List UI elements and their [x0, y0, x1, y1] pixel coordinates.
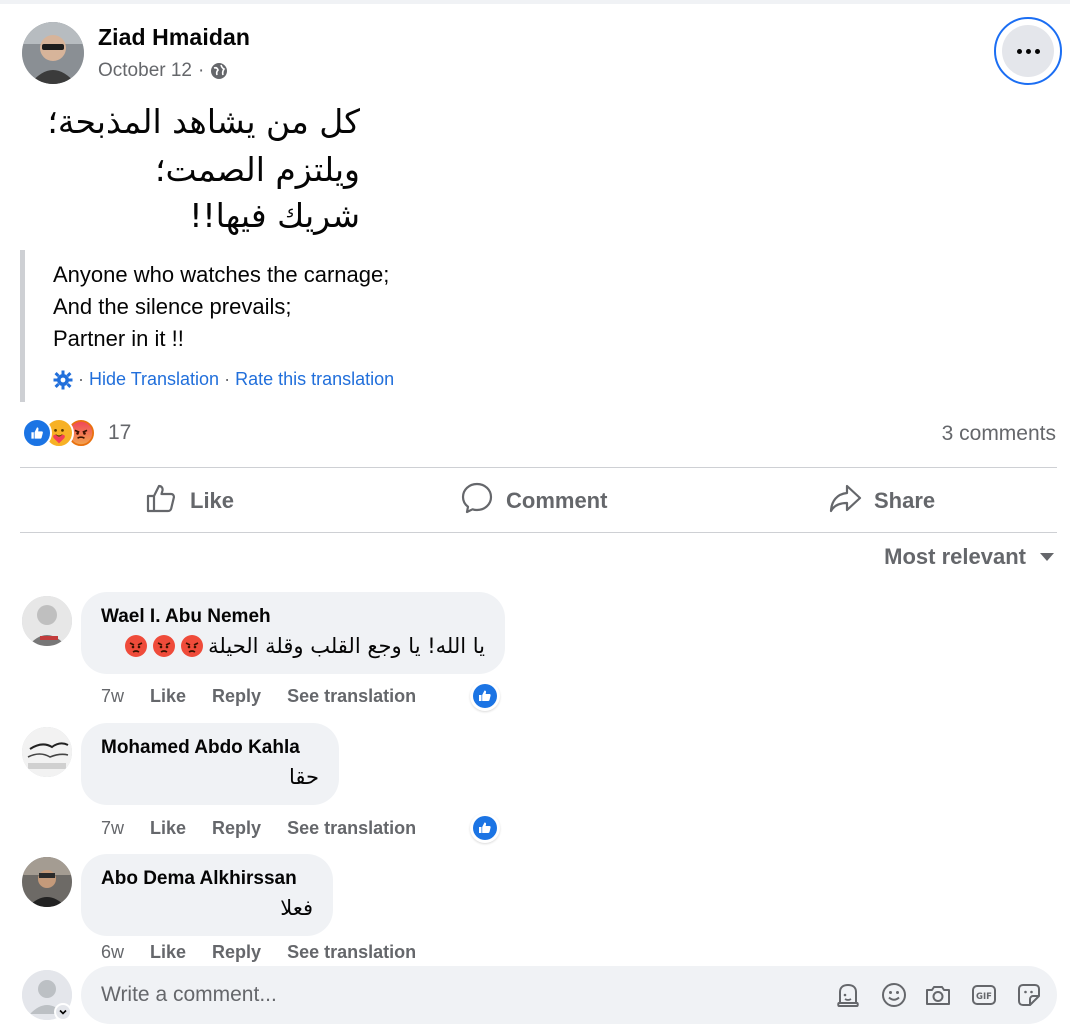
avatar-sticker-icon[interactable] — [834, 981, 862, 1009]
like-label: Like — [190, 488, 235, 513]
angry-icon — [180, 634, 204, 658]
camera-icon[interactable] — [924, 981, 952, 1009]
angry-icon — [152, 634, 176, 658]
comment-like-button[interactable]: Like — [150, 686, 186, 707]
divider — [20, 532, 1057, 533]
see-translation-link[interactable]: See translation — [287, 686, 416, 707]
post-author-name[interactable]: Ziad Hmaidan — [98, 24, 250, 51]
comment-like-button[interactable]: Like — [150, 942, 186, 963]
divider — [20, 467, 1057, 468]
share-button[interactable]: Share — [828, 480, 935, 522]
sort-label: Most relevant — [884, 544, 1026, 569]
commenter-name[interactable]: Mohamed Abdo Kahla — [101, 737, 300, 759]
like-icon — [22, 418, 52, 448]
angry-icon — [124, 634, 148, 658]
comment-label: Comment — [506, 488, 608, 513]
share-label: Share — [874, 488, 936, 513]
comment-reply-button[interactable]: Reply — [212, 818, 261, 839]
speech-bubble-icon — [460, 481, 494, 521]
translation-actions: · Hide Translation · Rate this translati… — [53, 369, 394, 390]
comment-age[interactable]: 7w — [101, 818, 124, 839]
comment-age[interactable]: 6w — [101, 942, 124, 963]
comment-text-body: فعلا — [280, 896, 313, 920]
post-text-line: ويلتزم الصمت؛ — [155, 150, 360, 189]
comment-bubble: Mohamed Abdo Kahla حقا — [81, 723, 339, 805]
comment-actions: 7w Like Reply See translation — [101, 686, 416, 707]
comment-bubble: Abo Dema Alkhirssan فعلا — [81, 854, 333, 936]
commenter-avatar[interactable] — [22, 596, 72, 646]
post-text-line: شريك فيها!! — [189, 196, 360, 235]
meta-separator: · — [198, 60, 205, 81]
commenter-avatar[interactable] — [22, 857, 72, 907]
comment-reply-button[interactable]: Reply — [212, 942, 261, 963]
comment-text: حقا — [289, 765, 319, 789]
commenter-name[interactable]: Abo Dema Alkhirssan — [101, 868, 297, 890]
comment-reply-button[interactable]: Reply — [212, 686, 261, 707]
commenter-avatar[interactable] — [22, 727, 72, 777]
thumbs-up-icon — [144, 481, 178, 521]
translation-line: Partner in it !! — [53, 326, 184, 351]
hide-translation-link[interactable]: Hide Translation — [89, 369, 219, 390]
more-options-icon — [1002, 25, 1054, 77]
rate-translation-link[interactable]: Rate this translation — [235, 369, 394, 390]
comment-actions: 6w Like Reply See translation — [101, 942, 416, 963]
share-arrow-icon — [828, 481, 862, 521]
gear-icon[interactable] — [53, 370, 73, 390]
sticker-icon[interactable] — [1015, 981, 1043, 1009]
comment-like-button[interactable]: Like — [150, 818, 186, 839]
top-border — [0, 0, 1070, 4]
comment-button[interactable]: Comment — [460, 480, 607, 522]
caret-down-icon — [1040, 553, 1054, 561]
translation-line: And the silence prevails; — [53, 294, 292, 319]
comment-composer[interactable]: GIF — [81, 966, 1057, 1024]
comment-bubble: Wael I. Abu Nemeh يا الله! يا وجع القلب … — [81, 592, 505, 674]
globe-icon — [210, 62, 228, 80]
comment-text: فعلا — [280, 896, 313, 920]
reactions-summary[interactable]: 17 — [22, 418, 131, 448]
translation-line: Anyone who watches the carnage; — [53, 262, 390, 287]
comment-actions: 7w Like Reply See translation — [101, 818, 416, 839]
gif-icon[interactable]: GIF — [970, 981, 998, 1009]
comment-sort-dropdown[interactable]: Most relevant — [884, 544, 1054, 570]
author-avatar[interactable] — [22, 22, 84, 84]
post-meta: October 12 · — [98, 60, 228, 82]
post-text-line: كل من يشاهد المذبحة؛ — [47, 102, 360, 141]
chevron-down-icon[interactable] — [54, 1003, 72, 1021]
comment-text-body: يا الله! يا وجع القلب وقلة الحيلة — [208, 634, 485, 658]
comment-reaction-badge[interactable] — [470, 813, 500, 843]
see-translation-link[interactable]: See translation — [287, 942, 416, 963]
separator: · — [78, 369, 84, 389]
commenter-name[interactable]: Wael I. Abu Nemeh — [101, 606, 271, 628]
comment-text-body: حقا — [288, 765, 319, 789]
comment-age[interactable]: 7w — [101, 686, 124, 707]
translation-block: Anyone who watches the carnage; And the … — [20, 250, 460, 402]
svg-text:GIF: GIF — [976, 992, 992, 1002]
emoji-icon[interactable] — [880, 981, 908, 1009]
reaction-count: 17 — [108, 421, 132, 444]
comment-reaction-badge[interactable] — [470, 681, 500, 711]
post-date[interactable]: October 12 — [98, 60, 192, 82]
see-translation-link[interactable]: See translation — [287, 818, 416, 839]
like-button[interactable]: Like — [144, 480, 234, 522]
comments-count[interactable]: 3 comments — [942, 422, 1056, 446]
comment-text: يا الله! يا وجع القلب وقلة الحيلة — [124, 634, 485, 658]
more-options-button[interactable] — [994, 17, 1062, 85]
separator: · — [224, 369, 231, 389]
comment-input[interactable] — [101, 983, 701, 1007]
